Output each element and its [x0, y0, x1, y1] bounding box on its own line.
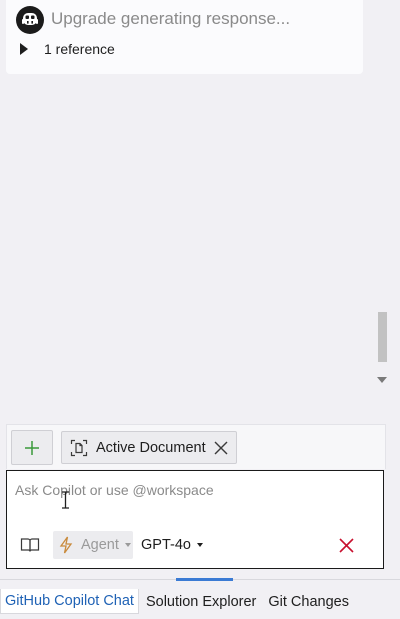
chat-input-placeholder: Ask Copilot or use @workspace	[15, 482, 214, 498]
text-cursor-icon	[62, 491, 69, 509]
plus-icon	[25, 440, 39, 455]
scroll-down-arrow-icon[interactable]	[377, 377, 387, 383]
cancel-button[interactable]	[337, 536, 355, 554]
chevron-down-icon	[124, 543, 131, 547]
document-scope-icon	[70, 439, 88, 457]
response-status-text: Upgrade generating response...	[51, 9, 291, 28]
references-label: 1 reference	[44, 41, 115, 57]
book-icon[interactable]	[19, 536, 41, 554]
lightning-bolt-icon	[59, 536, 73, 554]
active-document-chip[interactable]: Active Document	[61, 431, 237, 464]
close-icon[interactable]	[214, 441, 228, 455]
tab-github-copilot-chat[interactable]: GitHub Copilot Chat	[0, 589, 139, 614]
chevron-down-icon	[196, 543, 203, 547]
cancel-icon	[338, 537, 354, 553]
tab-git-changes[interactable]: Git Changes	[263, 589, 354, 615]
model-label: GPT-4o	[141, 537, 191, 553]
active-tab-indicator	[176, 578, 233, 581]
mode-dropdown[interactable]: Agent	[53, 531, 133, 559]
model-picker[interactable]: GPT-4o	[141, 531, 203, 559]
assistant-message: Upgrade generating response... 1 referen…	[6, 0, 363, 74]
triangle-right-icon	[20, 43, 28, 55]
tab-solution-explorer[interactable]: Solution Explorer	[141, 589, 261, 615]
copilot-chat-panel: Upgrade generating response... 1 referen…	[0, 0, 400, 619]
context-bar: Active Document	[6, 424, 386, 469]
copilot-icon	[16, 6, 44, 34]
tool-window-tabs: GitHub Copilot Chat Solution Explorer Gi…	[0, 589, 354, 615]
mode-label: Agent	[81, 537, 119, 553]
add-context-button[interactable]	[11, 430, 53, 465]
active-document-label: Active Document	[96, 439, 206, 456]
scrollbar-thumb[interactable]	[378, 312, 387, 362]
chat-history: Upgrade generating response... 1 referen…	[0, 0, 374, 420]
chat-scrollbar[interactable]	[374, 0, 392, 392]
chat-input[interactable]: Ask Copilot or use @workspace Agent GPT-…	[6, 470, 384, 569]
references-toggle[interactable]: 1 reference	[20, 41, 115, 57]
